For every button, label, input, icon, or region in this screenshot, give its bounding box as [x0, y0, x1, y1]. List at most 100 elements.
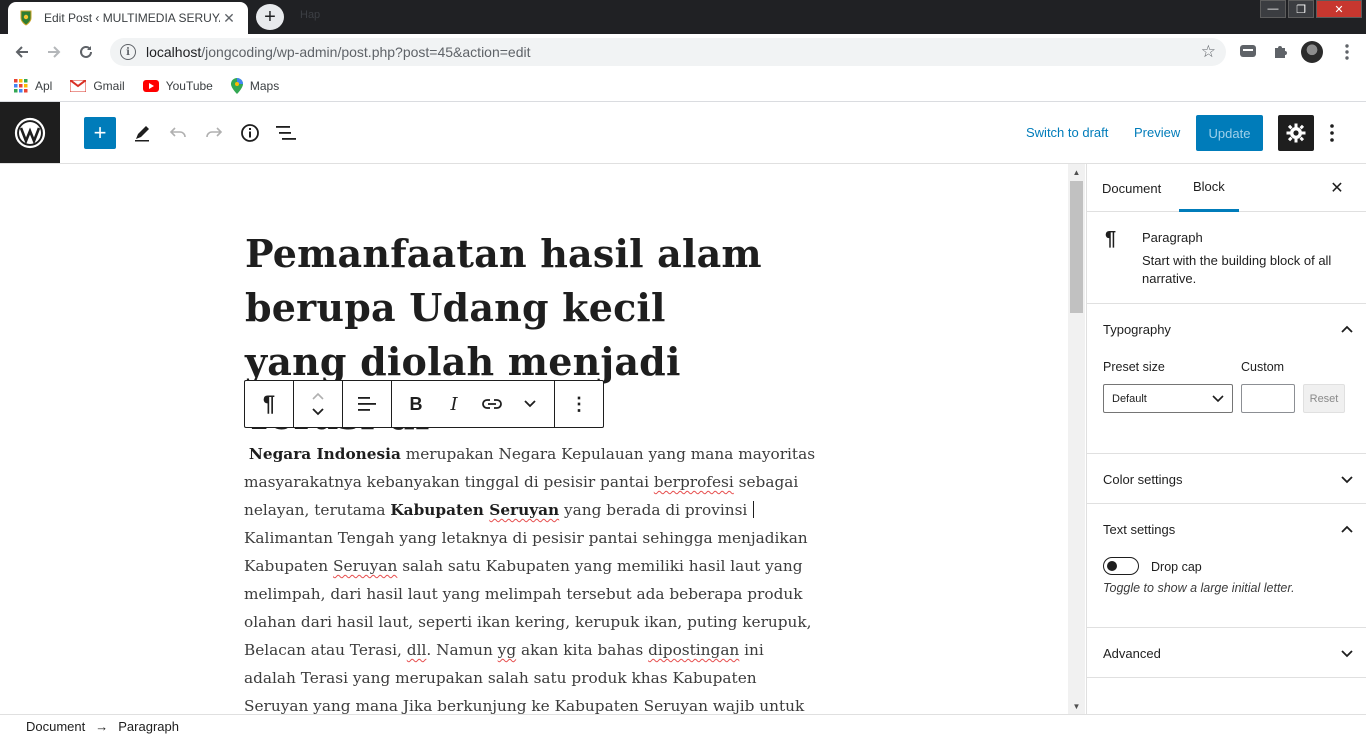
misspelled-word[interactable]: Seruyan: [244, 697, 308, 714]
block-more-options-button[interactable]: ⋮: [555, 381, 603, 427]
sidebar-close-icon[interactable]: ✕: [1325, 176, 1349, 200]
url-text[interactable]: localhost/jongcoding/wp-admin/post.php?p…: [146, 44, 1201, 60]
omnibox[interactable]: i localhost/jongcoding/wp-admin/post.php…: [110, 38, 1226, 66]
settings-sidebar: Document Block ✕ ¶ Paragraph Start with …: [1086, 164, 1366, 714]
browser-menu-icon[interactable]: [1337, 42, 1357, 62]
scrollbar-thumb[interactable]: [1070, 181, 1083, 313]
custom-size-input[interactable]: [1241, 384, 1295, 413]
block-type-group: ¶: [245, 381, 294, 427]
undo-icon[interactable]: [162, 117, 194, 149]
paragraph-block-icon[interactable]: ¶: [245, 381, 293, 427]
select-value: Default: [1112, 392, 1147, 405]
misspelled-word[interactable]: dll: [407, 641, 427, 659]
panel-title: Color settings: [1103, 471, 1183, 487]
window-maximize-button[interactable]: ❐: [1288, 0, 1314, 18]
align-left-icon[interactable]: [343, 381, 391, 427]
profile-avatar[interactable]: [1301, 41, 1323, 63]
chevron-up-icon: [1341, 325, 1353, 333]
editor-header: + Switch to draft Preview Update: [0, 102, 1366, 164]
alignment-group: [343, 381, 392, 427]
bookmark-label: Apl: [35, 78, 53, 93]
scroll-down-arrow-icon[interactable]: ▼: [1068, 698, 1085, 714]
preset-size-label: Preset size: [1103, 360, 1165, 374]
panel-title: Text settings: [1103, 521, 1176, 537]
bookmark-label: Maps: [249, 78, 280, 93]
move-up-down-icon[interactable]: [294, 381, 342, 427]
drop-cap-toggle[interactable]: [1103, 557, 1139, 575]
settings-gear-icon[interactable]: [1278, 115, 1314, 151]
bookmark-label: YouTube: [165, 78, 213, 93]
tab-block[interactable]: Block: [1179, 164, 1239, 212]
paragraph-text: . Namun: [426, 641, 498, 659]
preview-button[interactable]: Preview: [1134, 125, 1180, 140]
reload-icon[interactable]: [74, 40, 98, 64]
switch-to-draft-button[interactable]: Switch to draft: [1026, 125, 1108, 140]
misspelled-word[interactable]: Seruyan: [333, 557, 397, 575]
color-settings-toggle[interactable]: Color settings: [1103, 454, 1355, 504]
misspelled-word[interactable]: dipostingan: [648, 641, 739, 659]
reset-button[interactable]: Reset: [1303, 384, 1345, 413]
misspelled-word[interactable]: berprofesi: [654, 473, 734, 491]
misspelled-word[interactable]: Seruyan: [489, 501, 559, 519]
drop-cap-label: Drop cap: [1151, 560, 1202, 574]
chevron-down-icon: [1212, 394, 1224, 402]
extensions-puzzle-icon[interactable]: [1270, 42, 1290, 62]
extension-chat-icon[interactable]: [1238, 42, 1258, 62]
new-tab-button[interactable]: +: [256, 4, 284, 30]
url-host: localhost: [146, 44, 202, 60]
update-button[interactable]: Update: [1196, 115, 1263, 151]
misspelled-word[interactable]: Seruyan: [644, 697, 708, 714]
bookmark-gmail[interactable]: Gmail: [70, 78, 125, 93]
window-close-button[interactable]: ✕: [1316, 0, 1362, 18]
outline-list-icon[interactable]: [270, 117, 302, 149]
bold-text: Negara Indonesia: [248, 445, 401, 463]
block-name: Paragraph: [1142, 230, 1203, 245]
bookmark-star-icon[interactable]: ☆: [1201, 42, 1216, 62]
breadcrumb-paragraph[interactable]: Paragraph: [118, 719, 179, 734]
misspelled-word[interactable]: yg: [498, 641, 516, 659]
italic-button[interactable]: I: [435, 381, 473, 427]
breadcrumb-document[interactable]: Document: [26, 719, 85, 734]
panel-title: Advanced: [1103, 645, 1161, 661]
color-settings-panel: Color settings: [1087, 454, 1366, 504]
forward-arrow-icon[interactable]: [42, 40, 66, 64]
bookmark-maps[interactable]: Maps: [230, 77, 280, 94]
redo-icon[interactable]: [198, 117, 230, 149]
add-block-button[interactable]: +: [84, 117, 116, 149]
bookmark-apl[interactable]: Apl: [14, 78, 53, 93]
more-options-icon[interactable]: [1322, 119, 1342, 147]
typography-panel-toggle[interactable]: Typography: [1103, 304, 1355, 354]
url-path: /jongcoding/wp-admin/post.php?post=45&ac…: [201, 44, 531, 60]
paragraph-block[interactable]: Negara Indonesia merupakan Negara Kepula…: [244, 440, 816, 714]
window-minimize-button[interactable]: —: [1260, 0, 1286, 18]
bookmark-youtube[interactable]: YouTube: [142, 78, 213, 93]
site-info-icon[interactable]: i: [120, 44, 136, 60]
typography-panel: Typography: [1087, 304, 1366, 454]
browser-tab-strip: Edit Post ‹ MULTIMEDIA SERUYAN ✕ + Hap —…: [0, 0, 1366, 34]
block-card: ¶ Paragraph Start with the building bloc…: [1087, 212, 1366, 304]
more-formats-chevron-icon[interactable]: [511, 381, 549, 427]
advanced-toggle[interactable]: Advanced: [1103, 628, 1355, 678]
link-icon[interactable]: [473, 381, 511, 427]
scroll-up-arrow-icon[interactable]: ▲: [1068, 164, 1085, 180]
browser-tab[interactable]: Edit Post ‹ MULTIMEDIA SERUYAN ✕: [8, 2, 248, 34]
block-breadcrumb: Document → Paragraph: [0, 714, 1366, 738]
breadcrumb-arrow: →: [95, 719, 109, 734]
tab-document[interactable]: Document: [1088, 164, 1175, 212]
chevron-up-icon: [1341, 525, 1353, 533]
maps-pin-icon: [230, 77, 243, 94]
tab-close-icon[interactable]: ✕: [220, 9, 238, 27]
back-arrow-icon[interactable]: [10, 40, 34, 64]
bold-button[interactable]: B: [397, 381, 435, 427]
editor-scrollbar[interactable]: ▲ ▼: [1068, 164, 1085, 714]
ghost-tab-label: Hap: [300, 9, 321, 21]
text-settings-toggle[interactable]: Text settings: [1103, 504, 1355, 554]
wordpress-logo-icon[interactable]: [0, 102, 60, 163]
bold-text: Kabupaten: [390, 501, 490, 519]
format-group: B I: [392, 381, 555, 427]
info-details-icon[interactable]: [234, 117, 266, 149]
paragraph-text: yang mana Jika berkunjung ke Kabupaten: [308, 697, 644, 714]
bookmark-label: Gmail: [93, 78, 125, 93]
edit-pencil-icon[interactable]: [126, 117, 158, 149]
preset-size-select[interactable]: Default: [1103, 384, 1233, 413]
